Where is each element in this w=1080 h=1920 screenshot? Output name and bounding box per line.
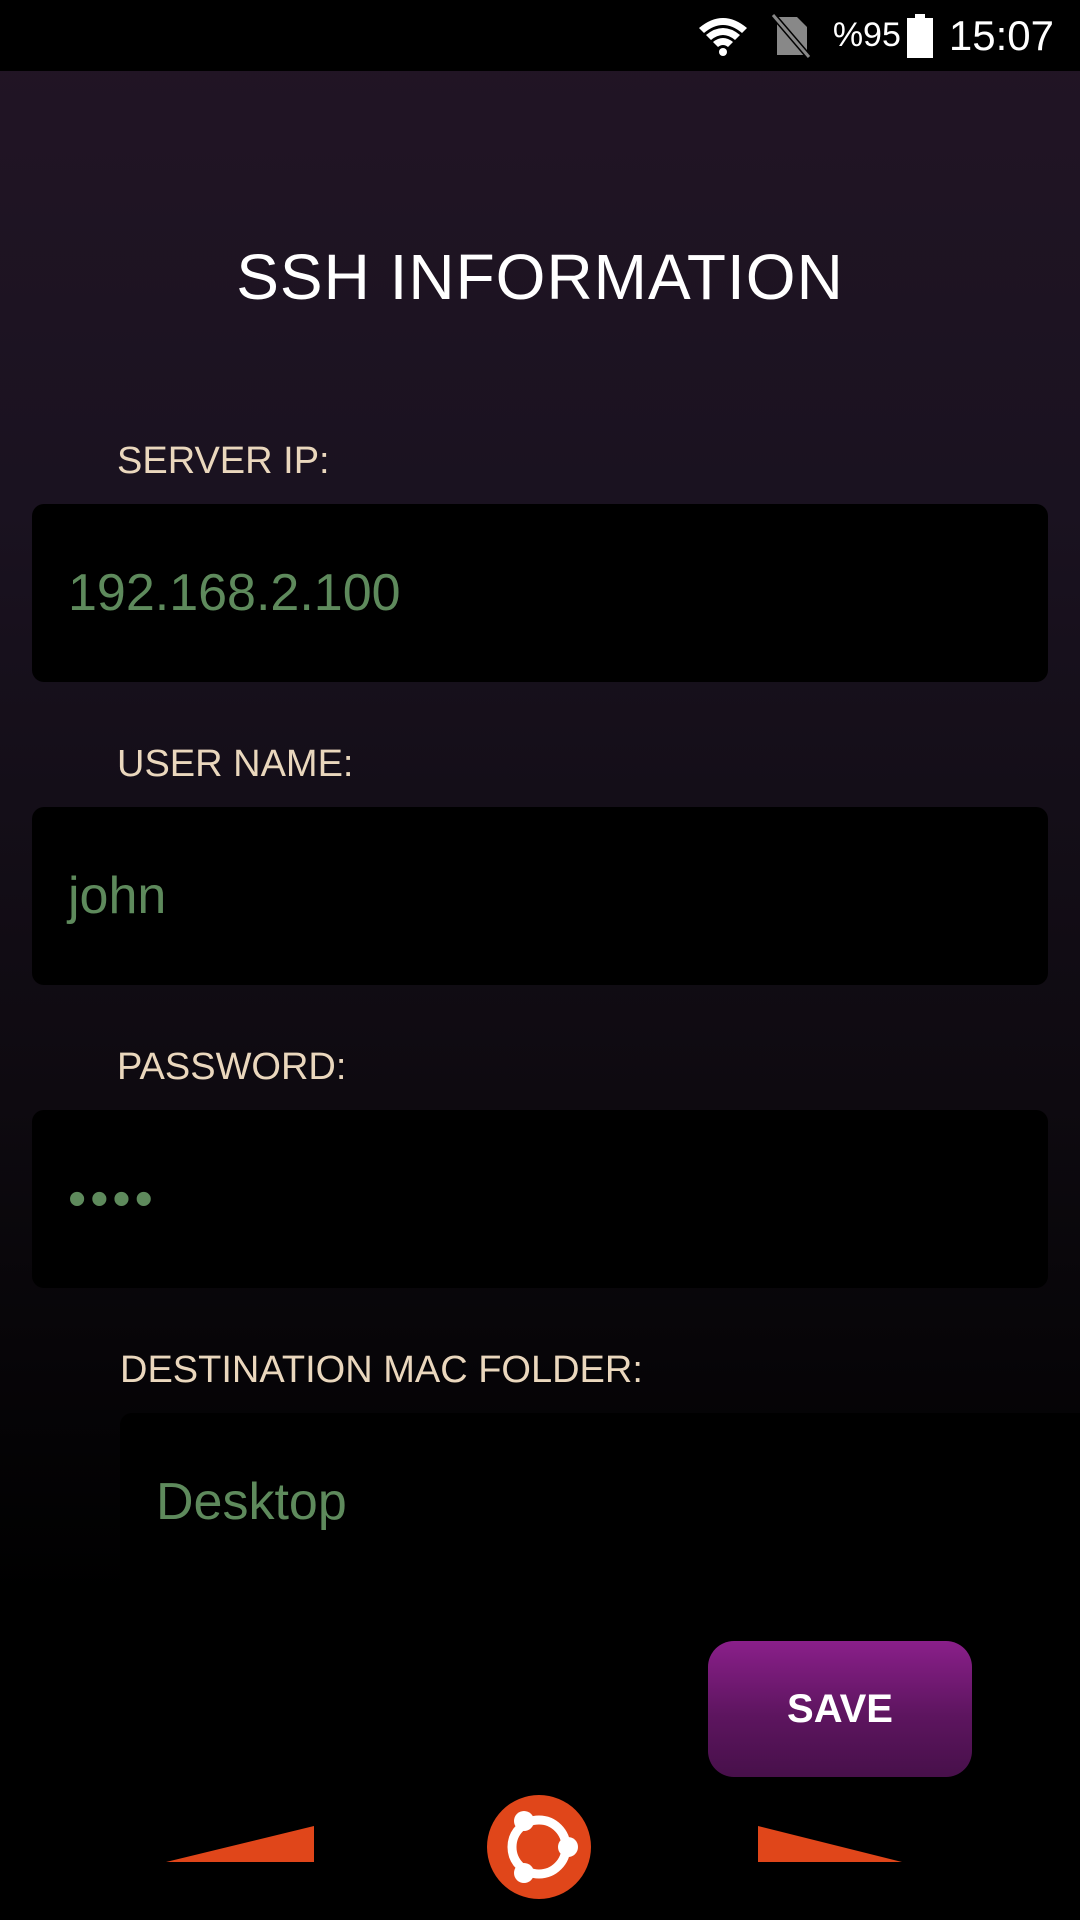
page-title: SSH INFORMATION (236, 241, 844, 313)
status-time: 15:07 (948, 11, 1054, 59)
password-value: •••• (68, 1170, 157, 1228)
navigation-bar (0, 1780, 1080, 1920)
server-ip-value: 192.168.2.100 (68, 564, 401, 622)
ssh-information-screen: %95 15:07 SSH INFORMATION SERVER IP: 192… (0, 0, 1080, 1920)
user-name-label: USER NAME: (117, 743, 354, 785)
server-ip-input[interactable]: 192.168.2.100 (32, 504, 1048, 682)
destination-folder-input[interactable]: Desktop (120, 1413, 1080, 1591)
no-sim-icon (770, 12, 811, 59)
forward-arrow-icon[interactable] (758, 1822, 904, 1864)
battery-percent: %95 (832, 16, 901, 54)
user-name-input[interactable]: john (32, 807, 1048, 985)
ubuntu-logo-icon[interactable] (486, 1794, 592, 1900)
status-icons: %95 15:07 (697, 0, 1054, 71)
destination-folder-value: Desktop (156, 1473, 347, 1531)
password-input[interactable]: •••• (32, 1110, 1048, 1288)
server-ip-label: SERVER IP: (117, 440, 330, 482)
back-arrow-icon[interactable] (166, 1822, 316, 1864)
password-label: PASSWORD: (117, 1046, 347, 1088)
battery-icon (906, 13, 933, 58)
save-button[interactable]: SAVE (708, 1641, 972, 1777)
wifi-icon (698, 17, 747, 56)
destination-folder-label: DESTINATION MAC FOLDER: (120, 1349, 643, 1391)
user-name-value: john (68, 867, 167, 925)
status-bar: %95 15:07 (0, 0, 1080, 71)
